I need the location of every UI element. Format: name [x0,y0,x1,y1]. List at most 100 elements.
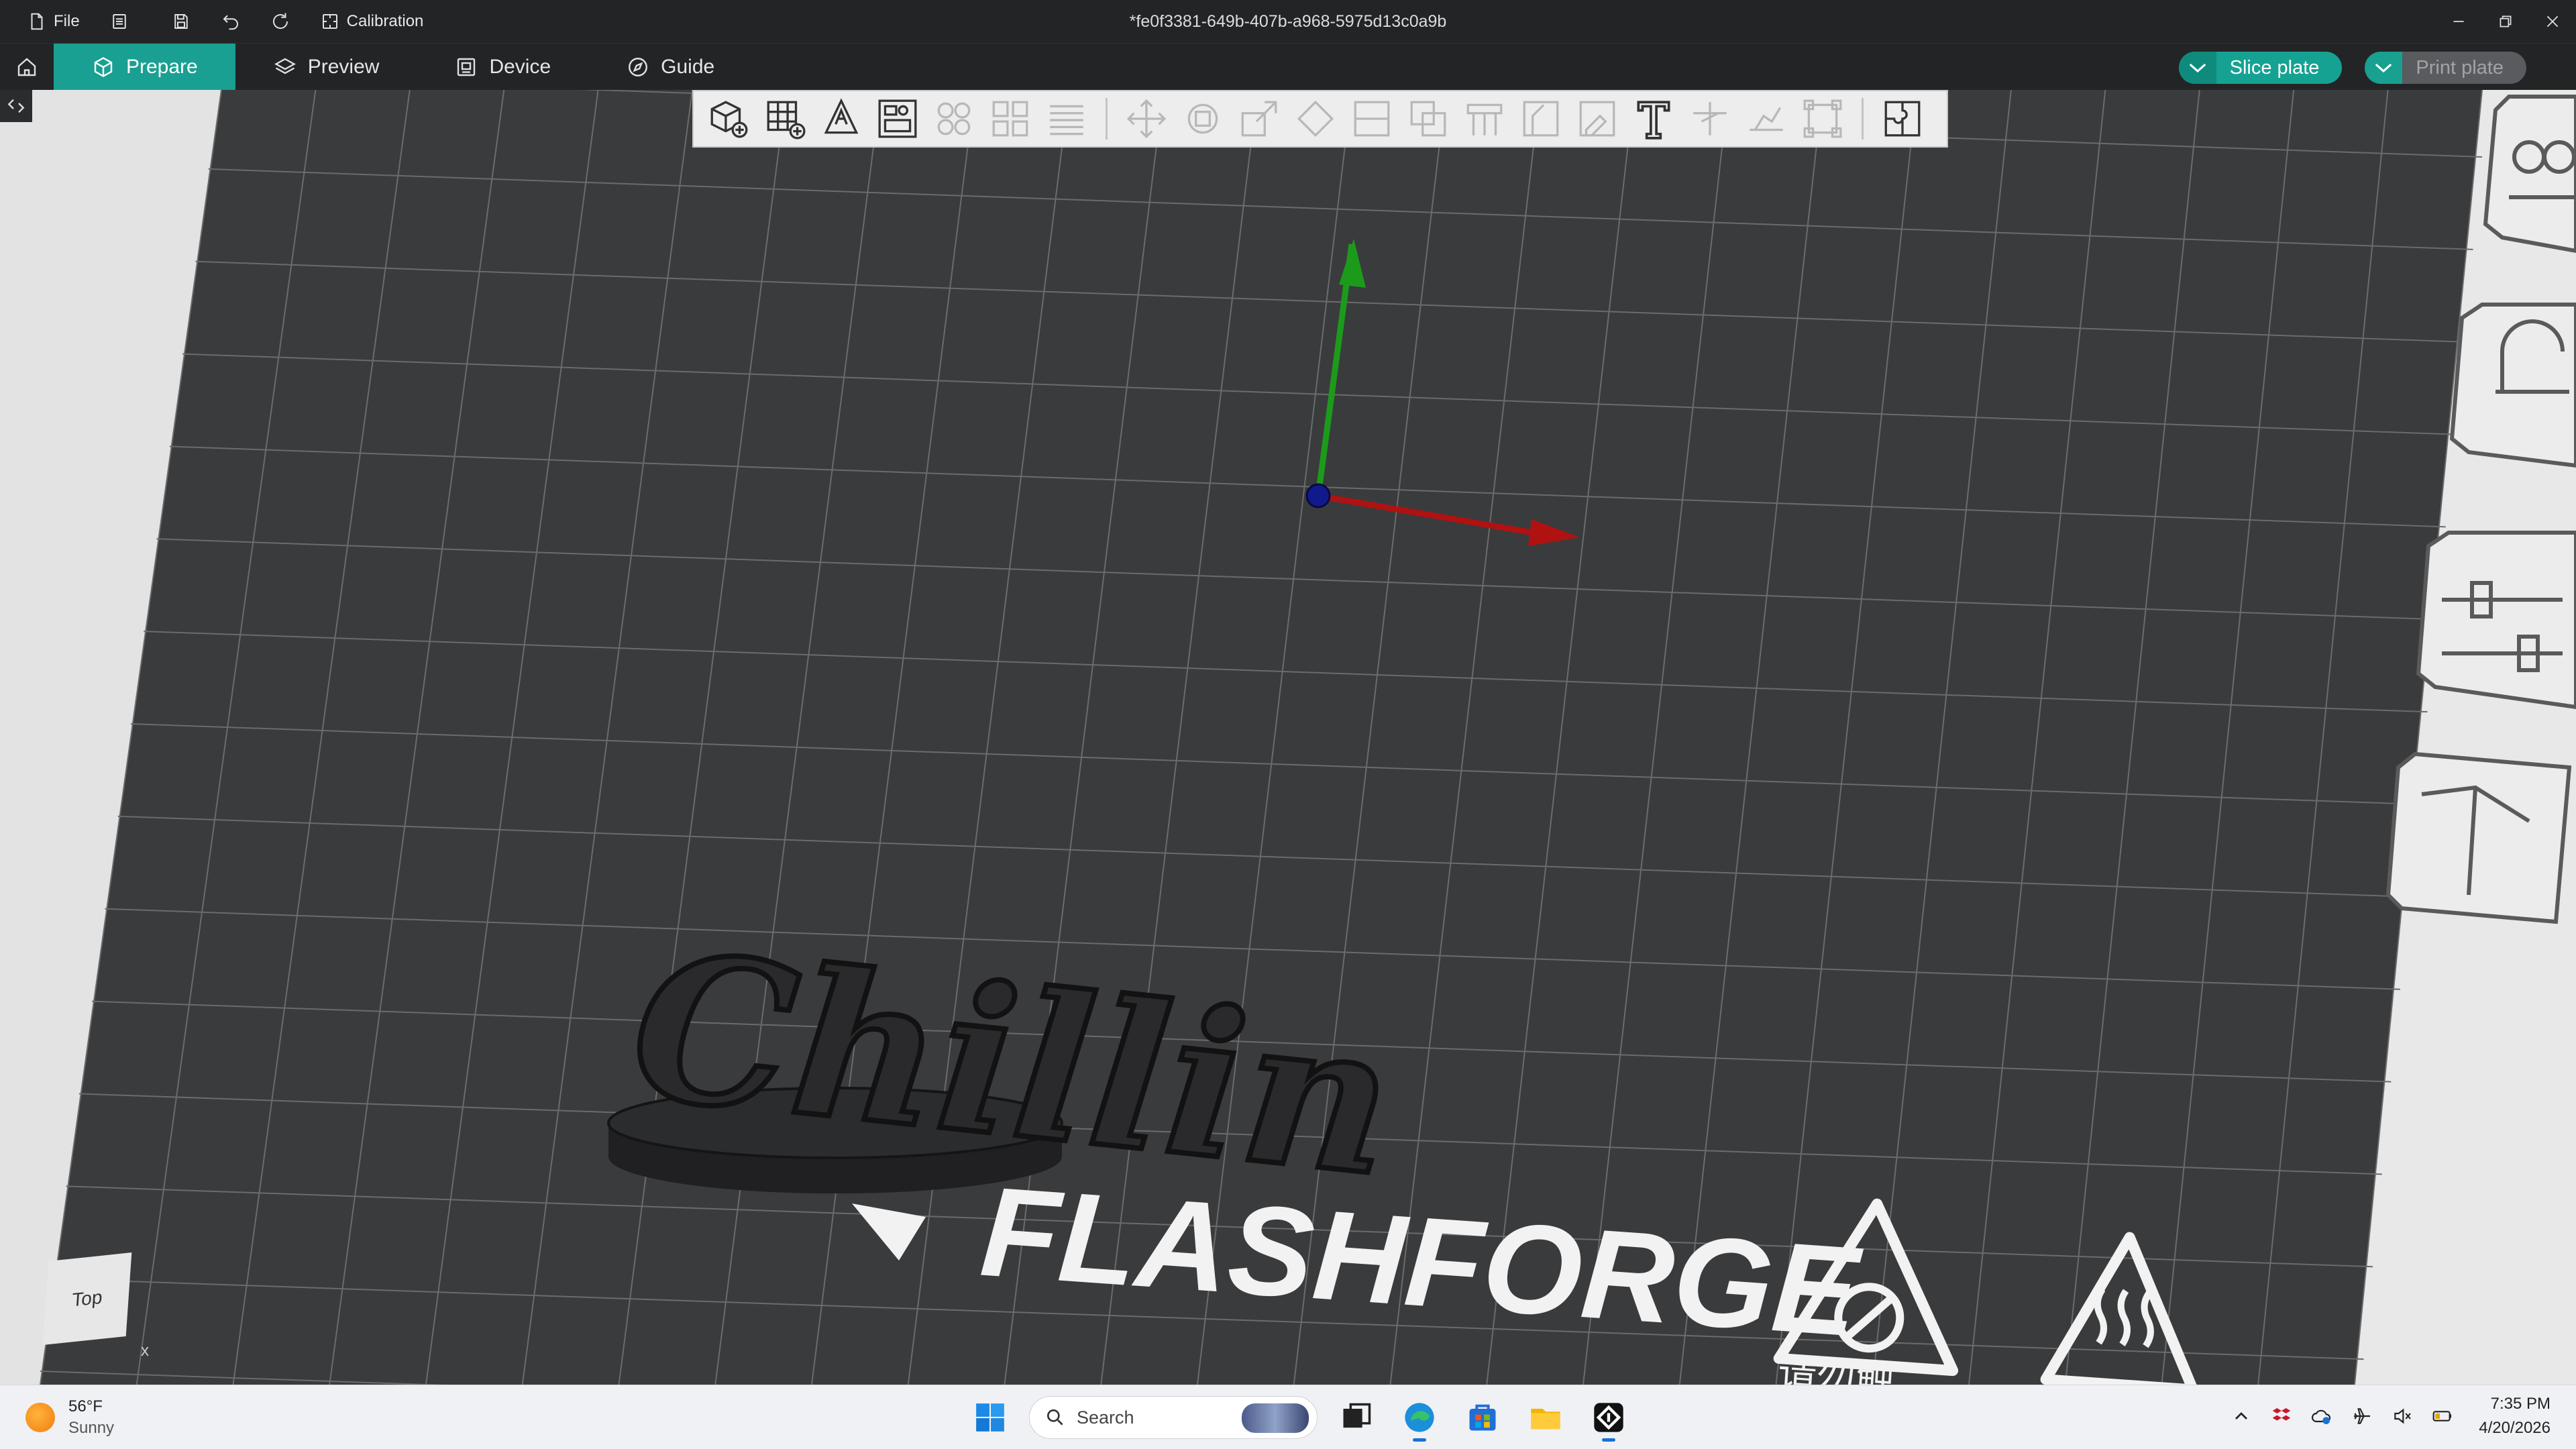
view-cube[interactable]: Top [40,1252,134,1346]
taskbar-search[interactable]: Search [1029,1396,1318,1439]
gizmo-origin[interactable] [1305,483,1331,508]
slicer-app[interactable] [1585,1393,1633,1442]
main-tab-bar: Prepare Preview Device Guide Slice plate… [0,43,2576,91]
auto-orient-tool[interactable] [813,93,869,145]
title-bar: File Calibration *fe0f3381-649b-407b-a96… [0,0,2576,43]
rotate-tool[interactable] [1175,93,1231,145]
save-button[interactable] [144,0,206,43]
start-button[interactable] [966,1393,1014,1442]
lay-on-face-tool[interactable] [1287,93,1344,145]
color-paint-tool[interactable] [1569,93,1625,145]
edge-app[interactable] [1395,1393,1444,1442]
rotate-icon [1187,103,1218,134]
tab-preview[interactable]: Preview [235,44,417,91]
window-controls [2435,0,2576,43]
build-scene: FLASHFORGE 请勿触 Chillin [0,90,2576,1385]
tab-device[interactable]: Device [417,44,588,91]
airplane-mode-icon[interactable] [2351,1405,2373,1427]
store-icon [1469,1404,1496,1431]
split-icon [937,102,971,136]
tab-prepare-label: Prepare [126,55,198,78]
slicer-app-icon [1594,1403,1623,1432]
volume-muted-icon[interactable] [2392,1405,2413,1427]
print-plate-label: Print plate [2416,56,2504,78]
printer-panel-3 [2416,531,2576,710]
orient-icon [824,98,859,134]
clock-time: 7:35 PM [2490,1395,2551,1413]
file-explorer-app[interactable] [1521,1393,1570,1442]
cube-icon [94,56,113,77]
weather-condition: Sunny [68,1419,115,1437]
measure-tool[interactable] [1682,93,1738,145]
3d-viewport[interactable]: FLASHFORGE 请勿触 Chillin [0,90,2576,1385]
undo-button[interactable] [206,0,256,43]
measure-icon [1693,102,1727,136]
compass-icon [629,57,648,76]
undo-icon [223,15,238,30]
move-tool[interactable] [1118,93,1175,145]
chevron-up-icon[interactable] [2231,1405,2252,1427]
redo-icon [272,13,288,30]
task-view-button[interactable] [1332,1393,1381,1442]
assembly-icon [1750,107,1783,131]
paint-icon [1579,101,1615,137]
search-placeholder: Search [1077,1407,1134,1428]
calibration-label: Calibration [346,12,424,30]
dropbox-icon[interactable] [2271,1405,2292,1427]
redo-button[interactable] [256,0,305,43]
restore-button[interactable] [2482,0,2529,43]
view-cube-label: Top [71,1286,103,1311]
file-menu-label: File [54,12,80,30]
notes-button[interactable] [95,0,144,43]
cloud-sync-icon[interactable] [2311,1405,2332,1427]
layers-tool[interactable] [1038,93,1095,145]
text-tool[interactable] [1625,93,1682,145]
assembly-tool[interactable] [1738,93,1794,145]
split-parts-tool[interactable] [982,93,1038,145]
add-object-tool[interactable] [700,93,757,145]
battery-icon[interactable] [2432,1405,2453,1427]
slice-plate-dropdown[interactable] [2178,52,2216,84]
print-plate-dropdown[interactable] [2365,52,2403,84]
tab-device-label: Device [489,55,551,78]
split-objects-tool[interactable] [926,93,982,145]
slice-plate-button[interactable]: Slice plate [2178,52,2343,84]
tab-preview-label: Preview [307,55,380,78]
edge-icon [1405,1403,1434,1432]
arrange-tool[interactable] [869,93,926,145]
scale-tool[interactable] [1231,93,1287,145]
home-button[interactable] [0,44,54,91]
tab-prepare[interactable]: Prepare [54,43,235,91]
support-paint-tool[interactable] [1456,93,1513,145]
boolean-tool[interactable] [1400,93,1456,145]
view-cube-top-face[interactable]: Top [42,1252,132,1345]
task-view-icon [1343,1403,1371,1428]
home-icon [17,57,36,76]
weather-widget[interactable]: 56°F Sunny [25,1396,114,1439]
calibration-menu[interactable]: Calibration [305,0,439,43]
printer-panel-4 [2385,751,2572,924]
store-app[interactable] [1458,1393,1507,1442]
tab-guide[interactable]: Guide [588,44,752,91]
boolean-icon [1410,101,1446,137]
search-highlight-image [1242,1403,1309,1433]
cut-tool[interactable] [1344,93,1400,145]
support-icon [1466,103,1503,136]
file-menu[interactable]: File [12,0,95,43]
seam-paint-tool[interactable] [1513,93,1569,145]
plugin-tool[interactable] [1874,93,1931,145]
clock[interactable]: 7:35 PM 4/20/2026 [2479,1392,2551,1440]
restore-icon [2500,15,2512,28]
add-plate-tool[interactable] [757,93,813,145]
cut-icon [1354,101,1390,137]
device-icon [458,58,476,76]
close-icon [2546,15,2559,28]
close-button[interactable] [2529,0,2576,43]
print-plate-button[interactable]: Print plate [2365,52,2526,84]
sidebar-toggle[interactable] [0,90,32,122]
arrange-icon [878,99,917,138]
minimize-button[interactable] [2435,0,2482,43]
windows-logo-icon [976,1403,1004,1432]
chevron-down-icon [2375,63,2392,73]
transform-tool[interactable] [1794,93,1851,145]
